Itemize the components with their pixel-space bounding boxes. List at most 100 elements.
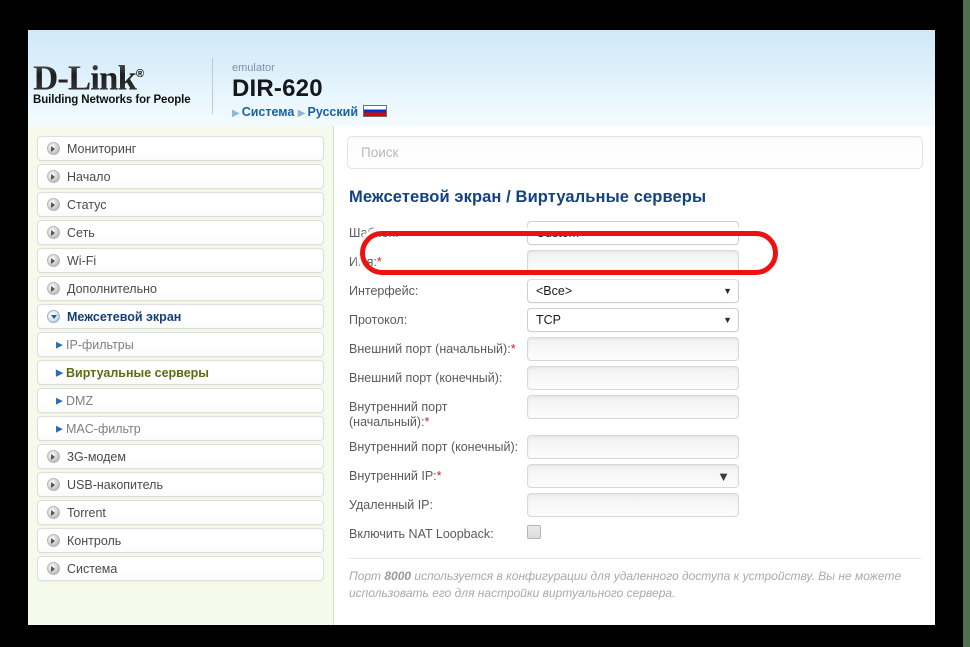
field-label-ext-port-start-text: Внешний порт (начальный): [349,342,511,356]
emulator-label: emulator [232,62,275,74]
field-control-ext-port-start [527,337,739,361]
form-row-int-port-start: Внутренний порт (начальный):* [349,395,935,430]
sidebar-item-virtual-servers[interactable]: ▶ Виртуальные серверы [37,360,324,385]
chevron-down-icon: ▼ [723,285,732,296]
ru-flag-icon[interactable] [363,105,388,117]
form-row-nat-loopback: Включить NAT Loopback: [349,522,935,542]
nat-loopback-checkbox[interactable] [527,525,541,539]
router-admin-page: D-Link® Building Networks for People emu… [28,30,935,625]
field-control-remote-ip [527,493,739,517]
right-edge-strip [963,0,970,647]
template-select[interactable]: Custom ▼ [527,221,739,245]
sidebar-item-torrent[interactable]: Torrent [37,500,324,525]
sidebar-item-label: IP-фильтры [66,337,134,352]
required-asterisk: * [376,255,382,269]
chevron-right-circle-icon [47,450,60,463]
sidebar-item-monitoring[interactable]: Мониторинг [37,136,324,161]
field-label-internal-ip-text: Внутренний IP: [349,469,437,483]
brand-wordmark: D-Link® [33,57,144,96]
field-label-protocol: Протокол: [349,313,408,327]
field-control-name [527,250,739,274]
sidebar-item-status[interactable]: Статус [37,192,324,217]
sidebar-item-label: Статус [67,197,107,212]
sidebar-item-ip-filters[interactable]: ▶ IP-фильтры [37,332,324,357]
form-row-interface: Интерфейс: <Все> ▼ [349,279,935,303]
chevron-right-icon: ▶ [56,423,63,433]
chevron-down-icon: ▼ [717,468,730,484]
int-port-end-input[interactable] [527,435,739,459]
sidebar-item-system[interactable]: Система [37,556,324,581]
screenshot-root: D-Link® Building Networks for People emu… [0,0,970,647]
page-body: Мониторинг Начало Статус Сеть Wi-Fi Допо… [28,126,935,625]
required-asterisk: * [436,469,442,483]
sidebar-item-wifi[interactable]: Wi-Fi [37,248,324,273]
sidebar-item-label: Начало [67,169,111,184]
sidebar-item-label: USB-накопитель [67,477,163,492]
breadcrumb-item-system[interactable]: Система [242,105,295,119]
internal-ip-combo[interactable]: ▼ [527,464,739,488]
search-input[interactable]: Поиск [347,136,923,169]
chevron-right-icon: ▶ [297,108,306,119]
breadcrumb: ▶ Система ▶ Русский [232,104,388,122]
sidebar-item-mac-filter[interactable]: ▶ MAC-фильтр [37,416,324,441]
note-port-number: 8000 [384,569,412,583]
sidebar-item-dmz[interactable]: ▶ DMZ [37,388,324,413]
sidebar-item-start[interactable]: Начало [37,164,324,189]
chevron-down-icon: ▼ [723,227,732,238]
breadcrumb-item-language[interactable]: Русский [308,105,359,119]
name-input[interactable] [527,250,739,274]
chevron-right-circle-icon [47,142,60,155]
chevron-right-circle-icon [47,254,60,267]
form-row-int-port-end: Внутренний порт (конечный): [349,435,935,459]
chevron-right-circle-icon [47,478,60,491]
field-label-int-port-end: Внутренний порт (конечный): [349,440,519,454]
sidebar-item-label: Межсетевой экран [67,309,182,324]
ext-port-end-input[interactable] [527,366,739,390]
chevron-right-icon: ▶ [56,367,63,377]
template-select-value: Custom [536,226,580,240]
chevron-right-circle-icon [47,506,60,519]
sidebar-item-label: Wi-Fi [67,253,97,268]
form-row-name: Имя:* [349,250,935,274]
sidebar-item-label: 3G-модем [67,449,126,464]
int-port-start-input[interactable] [527,395,739,419]
chevron-right-icon: ▶ [56,395,63,405]
interface-select[interactable]: <Все> ▼ [527,279,739,303]
sidebar-item-network[interactable]: Сеть [37,220,324,245]
form-row-internal-ip: Внутренний IP:* ▼ [349,464,935,488]
page-header: D-Link® Building Networks for People emu… [28,30,935,126]
sidebar-item-firewall[interactable]: Межсетевой экран [37,304,324,329]
sidebar-item-3g-modem[interactable]: 3G-модем [37,444,324,469]
chevron-right-circle-icon [47,198,60,211]
form-row-ext-port-start: Внешний порт (начальный):* [349,337,935,361]
form-row-ext-port-end: Внешний порт (конечный): [349,366,935,390]
sidebar-item-control[interactable]: Контроль [37,528,324,553]
sidebar-item-label: Дополнительно [67,281,157,296]
sidebar-item-label: Виртуальные серверы [66,365,209,380]
sidebar-nav: Мониторинг Начало Статус Сеть Wi-Fi Допо… [28,126,334,625]
sidebar-item-advanced[interactable]: Дополнительно [37,276,324,301]
sidebar-item-label: Мониторинг [67,141,137,156]
field-label-interface: Интерфейс: [349,284,419,298]
chevron-right-circle-icon [47,170,60,183]
field-control-nat-loopback [527,522,541,539]
header-divider [212,58,213,114]
field-control-int-port-start [527,395,739,419]
field-label-template: Шаблон: [349,226,399,240]
protocol-select[interactable]: TCP ▼ [527,308,739,332]
form-row-remote-ip: Удаленный IP: [349,493,935,517]
sidebar-item-usb-storage[interactable]: USB-накопитель [37,472,324,497]
sidebar-item-label: Сеть [67,225,95,240]
form-row-template: Шаблон: Custom ▼ [349,221,935,245]
field-label-nat-loopback: Включить NAT Loopback: [349,527,494,541]
ext-port-start-input[interactable] [527,337,739,361]
chevron-right-icon: ▶ [232,108,240,119]
note-divider [349,558,921,559]
interface-select-value: <Все> [536,284,573,298]
chevron-right-circle-icon [47,534,60,547]
dlink-logo[interactable]: D-Link® Building Networks for People [33,57,201,106]
search-placeholder: Поиск [361,145,399,160]
sidebar-item-label: Система [67,561,118,576]
field-label-name-text: Имя: [349,255,377,269]
remote-ip-input[interactable] [527,493,739,517]
